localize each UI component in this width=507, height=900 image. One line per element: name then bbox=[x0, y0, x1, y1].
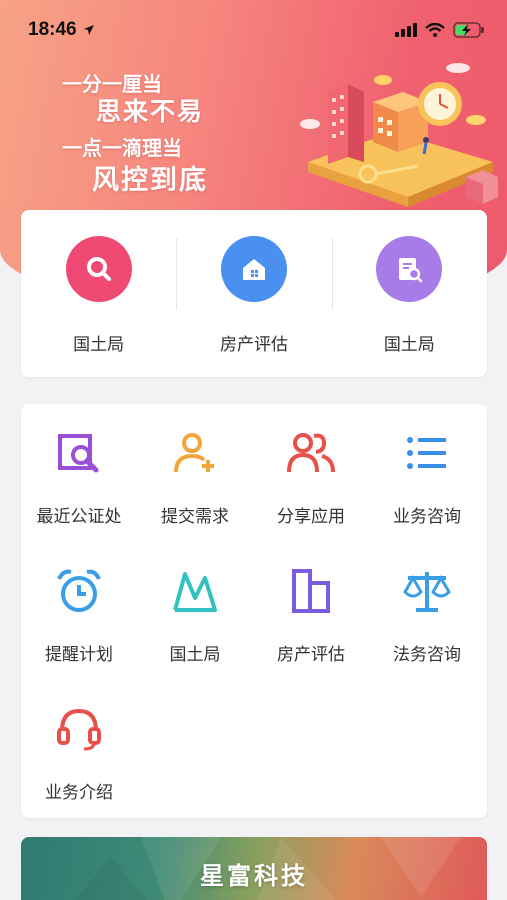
service-share-app[interactable]: 分享应用 bbox=[253, 426, 369, 527]
document-search-icon bbox=[376, 236, 443, 302]
quick-action-land-bureau[interactable]: 国土局 bbox=[21, 210, 176, 377]
cellular-signal-icon bbox=[395, 23, 417, 37]
service-label: 国土局 bbox=[169, 645, 221, 665]
services-card: 最近公证处 提交需求 分享应用 业务咨询 提醒计划 国土局 房产评估 法务咨询 … bbox=[21, 404, 487, 818]
quick-actions-card: 国土局 房产评估 国土局 bbox=[21, 210, 487, 377]
service-label: 分享应用 bbox=[277, 507, 345, 527]
building-icon bbox=[284, 564, 338, 618]
quick-action-land-bureau-2[interactable]: 国土局 bbox=[331, 210, 487, 377]
mountain-icon bbox=[168, 564, 222, 618]
service-nearest-notary[interactable]: 最近公证处 bbox=[21, 426, 137, 527]
service-business-consult[interactable]: 业务咨询 bbox=[369, 426, 485, 527]
service-legal-consult[interactable]: 法务咨询 bbox=[369, 564, 485, 665]
service-label: 最近公证处 bbox=[36, 507, 122, 527]
house-icon bbox=[220, 236, 287, 302]
service-label: 提醒计划 bbox=[45, 645, 113, 665]
magnifier-document-icon bbox=[52, 426, 106, 480]
service-label: 法务咨询 bbox=[393, 645, 461, 665]
service-submit-request[interactable]: 提交需求 bbox=[137, 426, 253, 527]
quick-action-label: 国土局 bbox=[383, 335, 435, 355]
list-icon bbox=[400, 426, 454, 480]
slogan-line-2: 思来不易 bbox=[96, 97, 205, 126]
location-arrow-icon bbox=[83, 25, 94, 35]
service-reminder-plan[interactable]: 提醒计划 bbox=[21, 564, 137, 665]
scale-icon bbox=[400, 564, 454, 618]
add-user-icon bbox=[168, 426, 222, 480]
service-property-appraisal[interactable]: 房产评估 bbox=[253, 564, 369, 665]
wifi-icon bbox=[425, 23, 445, 37]
slogan-line-3: 一点一滴理当 bbox=[62, 136, 182, 160]
alarm-clock-icon bbox=[52, 564, 106, 618]
service-label: 业务介绍 bbox=[45, 783, 113, 803]
service-label: 业务咨询 bbox=[393, 507, 461, 527]
search-icon bbox=[65, 236, 132, 302]
headset-icon bbox=[52, 702, 106, 756]
status-time: 18:46 bbox=[28, 19, 95, 41]
quick-action-label: 国土局 bbox=[73, 335, 125, 355]
quick-action-property-appraisal[interactable]: 房产评估 bbox=[176, 210, 331, 377]
promo-banner[interactable]: 星富科技 bbox=[21, 837, 487, 900]
status-bar: 18:46 bbox=[0, 0, 507, 60]
service-business-intro[interactable]: 业务介绍 bbox=[21, 702, 137, 803]
service-label: 房产评估 bbox=[277, 645, 345, 665]
city-illustration bbox=[300, 63, 498, 207]
users-icon bbox=[284, 426, 338, 480]
service-land-bureau[interactable]: 国土局 bbox=[137, 564, 253, 665]
time-text: 18:46 bbox=[28, 19, 77, 40]
slogan-line-4: 风控到底 bbox=[92, 165, 208, 196]
battery-charging-icon bbox=[453, 22, 484, 38]
quick-action-label: 房产评估 bbox=[219, 335, 288, 355]
service-label: 提交需求 bbox=[161, 507, 229, 527]
banner-title: 星富科技 bbox=[200, 862, 308, 890]
